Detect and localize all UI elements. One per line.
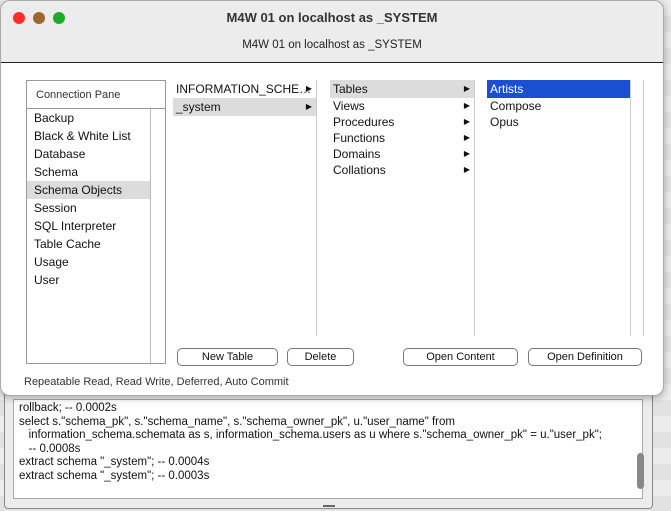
- tables-column: Artists Compose Opus: [487, 80, 631, 336]
- chevron-right-icon: ▶: [305, 84, 312, 93]
- connection-pane: Connection Pane Backup Black & White Lis…: [26, 80, 166, 364]
- object-type-item[interactable]: Procedures ▶: [330, 114, 474, 130]
- object-type-label: Procedures: [333, 115, 395, 129]
- window-subtitle: M4W 01 on localhost as _SYSTEM: [242, 39, 422, 51]
- sidebar-item-schema[interactable]: Schema: [27, 163, 150, 181]
- chevron-right-icon: ▶: [463, 101, 470, 110]
- object-type-item[interactable]: Domains ▶: [330, 146, 474, 162]
- schema-label: _system: [176, 100, 221, 114]
- chevron-right-icon: ▶: [463, 149, 470, 158]
- object-type-label: Domains: [333, 147, 381, 161]
- table-item-artists[interactable]: Artists: [487, 80, 630, 98]
- object-type-item[interactable]: Functions ▶: [330, 130, 474, 146]
- table-item-opus[interactable]: Opus: [487, 114, 630, 130]
- tab-connection-pane[interactable]: Connection Pane: [27, 81, 165, 109]
- object-type-label: Tables: [333, 82, 368, 96]
- zoom-button[interactable]: [53, 12, 65, 24]
- delete-button[interactable]: Delete: [287, 348, 354, 366]
- log-line: extract schema "_system"; -- 0.0004s: [19, 456, 210, 468]
- chevron-right-icon: ▶: [463, 165, 470, 174]
- object-type-item[interactable]: Tables ▶: [330, 80, 474, 98]
- chevron-right-icon: ▶: [463, 117, 470, 126]
- sql-log-window: rollback; -- 0.0002s select s."schema_pk"…: [4, 392, 653, 509]
- open-definition-button[interactable]: Open Definition: [528, 348, 642, 366]
- sidebar-item-session[interactable]: Session: [27, 199, 150, 217]
- sidebar-item-backup[interactable]: Backup: [27, 109, 150, 127]
- sidebar-item-table-cache[interactable]: Table Cache: [27, 235, 150, 253]
- chevron-right-icon: ▶: [305, 102, 312, 111]
- log-line: extract schema "_system"; -- 0.0003s: [19, 469, 210, 482]
- window-title: M4W 01 on localhost as _SYSTEM: [226, 10, 438, 25]
- object-type-label: Collations: [333, 163, 386, 177]
- close-button[interactable]: [13, 12, 25, 24]
- object-type-item[interactable]: Collations ▶: [330, 162, 474, 178]
- sidebar-item-black-white-list[interactable]: Black & White List: [27, 127, 150, 145]
- open-content-button[interactable]: Open Content: [403, 348, 518, 366]
- minimize-button[interactable]: [33, 12, 45, 24]
- sidebar-item-database[interactable]: Database: [27, 145, 150, 163]
- log-line: rollback; -- 0.0002s: [19, 402, 117, 414]
- sidebar-item-usage[interactable]: Usage: [27, 253, 150, 271]
- log-scrollbar[interactable]: [637, 453, 644, 489]
- log-line: information_schema.schemata as s, inform…: [19, 429, 602, 441]
- sidebar-item-schema-objects[interactable]: Schema Objects: [27, 181, 150, 199]
- schema-item[interactable]: INFORMATION_SCHE… ▶: [173, 80, 316, 98]
- log-line: select s."schema_pk", s."schema_name", s…: [19, 415, 455, 428]
- object-type-label: Views: [333, 99, 365, 113]
- schema-item[interactable]: _system ▶: [173, 98, 316, 116]
- chevron-right-icon: ▶: [463, 133, 470, 142]
- sidebar-item-sql-interpreter[interactable]: SQL Interpreter: [27, 217, 150, 235]
- content-area: Connection Pane Backup Black & White Lis…: [1, 63, 663, 395]
- log-line: -- 0.0008s: [19, 442, 81, 455]
- object-type-label: Functions: [333, 131, 386, 145]
- extra-column: [643, 80, 663, 336]
- sidebar-item-user[interactable]: User: [27, 271, 150, 289]
- new-table-button[interactable]: New Table: [177, 348, 278, 366]
- schema-column: INFORMATION_SCHE… ▶ _system ▶: [173, 80, 317, 336]
- table-item-compose[interactable]: Compose: [487, 98, 630, 114]
- connection-pane-list: Backup Black & White List Database Schem…: [27, 109, 151, 363]
- main-window: M4W 01 on localhost as _SYSTEM M4W 01 on…: [0, 0, 664, 396]
- sql-log[interactable]: rollback; -- 0.0002s select s."schema_pk"…: [13, 399, 643, 499]
- chevron-right-icon: ▶: [463, 84, 470, 93]
- title-bar[interactable]: M4W 01 on localhost as _SYSTEM: [1, 1, 663, 35]
- resize-grip[interactable]: [323, 505, 335, 507]
- schema-label: INFORMATION_SCHE…: [176, 82, 312, 96]
- object-type-item[interactable]: Views ▶: [330, 98, 474, 114]
- object-type-column: Tables ▶ Views ▶ Procedures ▶ Functions ▶ Do…: [330, 80, 475, 336]
- transaction-status: Repeatable Read, Read Write, Deferred, A…: [24, 376, 289, 388]
